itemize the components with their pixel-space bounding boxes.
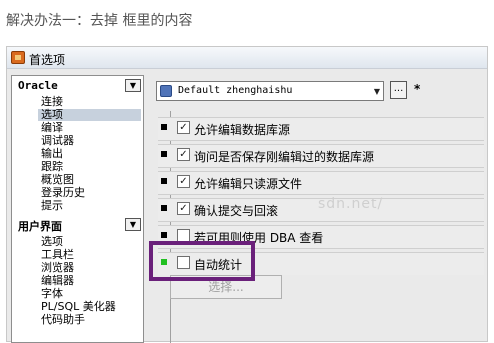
collapse-ui-button[interactable]: ▼ bbox=[125, 218, 141, 231]
section-user-interface[interactable]: 用户界面 ▼ bbox=[12, 217, 143, 234]
option-marker bbox=[161, 151, 167, 157]
tree-item-options-selected[interactable]: 选项 bbox=[38, 109, 141, 121]
checkbox-edit-db-source[interactable]: ✓ bbox=[177, 121, 190, 134]
profile-value: Default zhenghaishu bbox=[178, 85, 293, 96]
option-row-edit-db-source: ✓ 允许编辑数据库源 bbox=[158, 117, 484, 141]
tree-item-login-history[interactable]: 登录历史 bbox=[41, 187, 85, 199]
option-row-ask-save: ✓ 询问是否保存刚编辑过的数据库源 bbox=[158, 144, 484, 168]
tree-item-debugger[interactable]: 调试器 bbox=[41, 135, 74, 147]
collapse-oracle-button[interactable]: ▼ bbox=[125, 79, 141, 92]
option-label: 询问是否保存刚编辑过的数据库源 bbox=[194, 150, 375, 164]
category-tree: Oracle ▼ 连接 选项 编译 调试器 输出 跟踪 概览图 登录历史 提示 … bbox=[11, 75, 144, 343]
option-marker bbox=[161, 205, 167, 211]
tree-item-hints[interactable]: 提示 bbox=[41, 200, 63, 212]
section-oracle[interactable]: Oracle ▼ bbox=[12, 78, 143, 95]
profile-row: Default zhenghaishu ▼ ... * bbox=[152, 79, 482, 101]
tree-item-code-assistant[interactable]: 代码助手 bbox=[41, 314, 85, 326]
page-caption: 解决办法一：去掉 框里的内容 bbox=[6, 13, 193, 29]
option-label: 允许编辑数据库源 bbox=[194, 123, 291, 137]
option-label: 允许编辑只读源文件 bbox=[194, 177, 303, 191]
tree-item-overview[interactable]: 概览图 bbox=[41, 174, 74, 186]
option-marker bbox=[161, 124, 167, 130]
tree-item-font[interactable]: 字体 bbox=[41, 288, 63, 300]
profile-ellipsis-button[interactable]: ... bbox=[390, 81, 407, 99]
checkbox-ask-save[interactable]: ✓ bbox=[177, 148, 190, 161]
chevron-down-icon[interactable]: ▼ bbox=[374, 87, 380, 96]
section-ui-label: 用户界面 bbox=[18, 220, 62, 233]
option-row-edit-readonly: ✓ 允许编辑只读源文件 bbox=[158, 171, 484, 195]
tree-item-plsql-beautifier[interactable]: PL/SQL 美化器 bbox=[41, 301, 116, 313]
annotation-highlight-box bbox=[149, 241, 255, 281]
tree-item-browser[interactable]: 浏览器 bbox=[41, 262, 74, 274]
option-marker bbox=[161, 232, 167, 238]
tree-item-connection[interactable]: 连接 bbox=[41, 96, 63, 108]
profile-icon bbox=[160, 85, 172, 97]
section-oracle-label: Oracle bbox=[18, 79, 58, 92]
watermark-text: sdn.net/ bbox=[318, 196, 384, 212]
profile-select[interactable]: Default zhenghaishu ▼ bbox=[156, 81, 384, 101]
tree-item-toolbar[interactable]: 工具栏 bbox=[41, 249, 74, 261]
tree-item-output[interactable]: 输出 bbox=[41, 148, 63, 160]
window-title: 首选项 bbox=[29, 53, 66, 67]
checkbox-edit-readonly[interactable]: ✓ bbox=[177, 175, 190, 188]
tree-item-trace[interactable]: 跟踪 bbox=[41, 161, 63, 173]
tree-item-ui-options[interactable]: 选项 bbox=[41, 236, 63, 248]
window-titlebar: 首选项 bbox=[7, 47, 487, 69]
modified-marker: * bbox=[414, 82, 421, 96]
tree-item-editor[interactable]: 编辑器 bbox=[41, 275, 74, 287]
option-marker bbox=[161, 178, 167, 184]
option-label: 确认提交与回滚 bbox=[194, 204, 279, 218]
app-icon bbox=[11, 51, 25, 64]
tree-item-compile[interactable]: 编译 bbox=[41, 122, 63, 134]
checkbox-confirm-commit[interactable]: ✓ bbox=[177, 202, 190, 215]
